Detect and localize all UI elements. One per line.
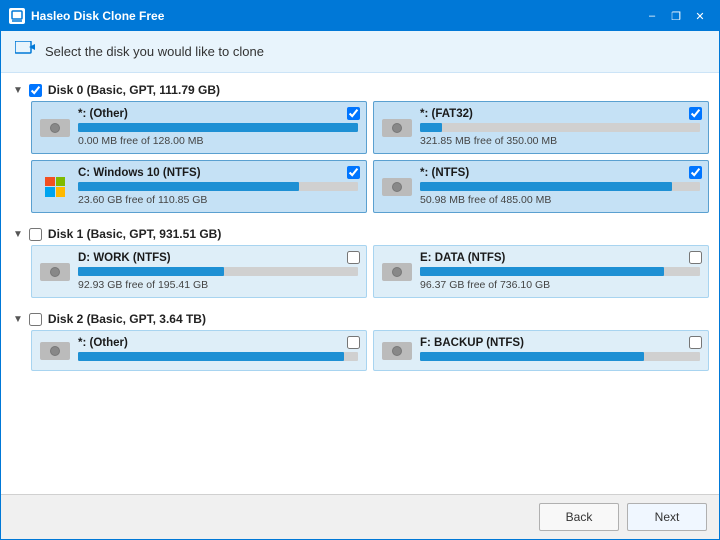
footer: Back Next [1,494,719,539]
partition-size-0-0: 0.00 MB free of 128.00 MB [78,135,358,147]
progress-fill-0-2 [78,182,299,191]
partitions-grid-1: D: WORK (NTFS) 92.93 GB free of 195.41 G… [11,245,709,298]
partition-info-0-1: *: (FAT32) 321.85 MB free of 350.00 MB [420,108,700,147]
disk-chevron-2[interactable]: ▼ [13,314,23,325]
partition-info-2-1: F: BACKUP (NTFS) [420,337,700,364]
header-icon [15,41,35,62]
app-icon [9,8,25,24]
partitions-grid-2: *: (Other) F: BACKUP (NTFS) [11,330,709,371]
content-area[interactable]: ▼ Disk 0 (Basic, GPT, 111.79 GB) *: (Oth… [1,73,719,494]
partition-checkbox-0-0[interactable] [347,107,360,120]
partition-size-0-2: 23.60 GB free of 110.85 GB [78,194,358,206]
window-controls: – ❐ ✕ [641,6,711,26]
progress-fill-2-1 [420,352,644,361]
partition-card-1-1: E: DATA (NTFS) 96.37 GB free of 736.10 G… [373,245,709,298]
restore-button[interactable]: ❐ [665,6,687,26]
partition-checkbox-0-2[interactable] [347,166,360,179]
title-bar: Hasleo Disk Clone Free – ❐ ✕ [1,1,719,31]
disk-chevron-1[interactable]: ▼ [13,229,23,240]
disk-header-0: ▼ Disk 0 (Basic, GPT, 111.79 GB) [11,79,709,101]
partition-info-1-0: D: WORK (NTFS) 92.93 GB free of 195.41 G… [78,252,358,291]
close-button[interactable]: ✕ [689,6,711,26]
next-button[interactable]: Next [627,503,707,531]
partition-name-1-1: E: DATA (NTFS) [420,252,700,264]
partition-card-0-3: *: (NTFS) 50.98 MB free of 485.00 MB [373,160,709,213]
partition-name-0-2: C: Windows 10 (NTFS) [78,167,358,179]
partition-card-0-2: C: Windows 10 (NTFS) 23.60 GB free of 11… [31,160,367,213]
partition-checkbox-2-0[interactable] [347,336,360,349]
partition-name-2-1: F: BACKUP (NTFS) [420,337,700,349]
partition-card-0-0: *: (Other) 0.00 MB free of 128.00 MB [31,101,367,154]
partition-checkbox-2-1[interactable] [689,336,702,349]
partition-name-1-0: D: WORK (NTFS) [78,252,358,264]
progress-fill-0-1 [420,123,442,132]
partition-checkbox-0-1[interactable] [689,107,702,120]
partition-size-1-1: 96.37 GB free of 736.10 GB [420,279,700,291]
partition-card-0-1: *: (FAT32) 321.85 MB free of 350.00 MB [373,101,709,154]
disk-header-2: ▼ Disk 2 (Basic, GPT, 3.64 TB) [11,308,709,330]
partition-card-2-0: *: (Other) [31,330,367,371]
title-bar-left: Hasleo Disk Clone Free [9,8,164,24]
partition-checkbox-1-0[interactable] [347,251,360,264]
partition-info-1-1: E: DATA (NTFS) 96.37 GB free of 736.10 G… [420,252,700,291]
hdd-icon-2-1 [382,340,412,362]
partition-checkbox-0-3[interactable] [689,166,702,179]
partition-card-1-0: D: WORK (NTFS) 92.93 GB free of 195.41 G… [31,245,367,298]
partition-size-1-0: 92.93 GB free of 195.41 GB [78,279,358,291]
disk-label-0: Disk 0 (Basic, GPT, 111.79 GB) [48,83,220,97]
hdd-icon-2-0 [40,340,70,362]
partition-checkbox-1-1[interactable] [689,251,702,264]
partition-info-0-0: *: (Other) 0.00 MB free of 128.00 MB [78,108,358,147]
partition-name-0-1: *: (FAT32) [420,108,700,120]
disk-label-1: Disk 1 (Basic, GPT, 931.51 GB) [48,227,221,241]
progress-bg-0-0 [78,123,358,132]
disk-checkbox-0[interactable] [29,84,42,97]
progress-fill-2-0 [78,352,344,361]
back-button[interactable]: Back [539,503,619,531]
progress-bg-1-1 [420,267,700,276]
header-text: Select the disk you would like to clone [45,44,264,59]
disk-header-1: ▼ Disk 1 (Basic, GPT, 931.51 GB) [11,223,709,245]
partition-size-0-3: 50.98 MB free of 485.00 MB [420,194,700,206]
hdd-icon-1-0 [40,261,70,283]
disk-checkbox-2[interactable] [29,313,42,326]
progress-fill-1-0 [78,267,224,276]
header-bar: Select the disk you would like to clone [1,31,719,73]
progress-bg-2-1 [420,352,700,361]
partitions-grid-0: *: (Other) 0.00 MB free of 128.00 MB *: … [11,101,709,213]
main-window: Hasleo Disk Clone Free – ❐ ✕ Select the … [0,0,720,540]
hdd-icon-0-0 [40,117,70,139]
disk-label-2: Disk 2 (Basic, GPT, 3.64 TB) [48,312,206,326]
window-title: Hasleo Disk Clone Free [31,9,164,23]
disk-checkbox-1[interactable] [29,228,42,241]
disk-group-0: ▼ Disk 0 (Basic, GPT, 111.79 GB) *: (Oth… [11,79,709,213]
progress-bg-2-0 [78,352,358,361]
partition-card-2-1: F: BACKUP (NTFS) [373,330,709,371]
progress-bg-0-3 [420,182,700,191]
partition-info-2-0: *: (Other) [78,337,358,364]
hdd-icon-0-1 [382,117,412,139]
progress-fill-0-0 [78,123,358,132]
partition-info-0-2: C: Windows 10 (NTFS) 23.60 GB free of 11… [78,167,358,206]
disk-group-2: ▼ Disk 2 (Basic, GPT, 3.64 TB) *: (Other… [11,308,709,371]
progress-fill-1-1 [420,267,664,276]
progress-bg-0-1 [420,123,700,132]
progress-fill-0-3 [420,182,672,191]
windows-icon-0-2 [40,176,70,198]
disk-chevron-0[interactable]: ▼ [13,85,23,96]
minimize-button[interactable]: – [641,6,663,26]
partition-name-2-0: *: (Other) [78,337,358,349]
partition-size-0-1: 321.85 MB free of 350.00 MB [420,135,700,147]
hdd-icon-1-1 [382,261,412,283]
disk-group-1: ▼ Disk 1 (Basic, GPT, 931.51 GB) D: WORK… [11,223,709,298]
progress-bg-1-0 [78,267,358,276]
progress-bg-0-2 [78,182,358,191]
partition-name-0-0: *: (Other) [78,108,358,120]
hdd-icon-0-3 [382,176,412,198]
partition-info-0-3: *: (NTFS) 50.98 MB free of 485.00 MB [420,167,700,206]
partition-name-0-3: *: (NTFS) [420,167,700,179]
